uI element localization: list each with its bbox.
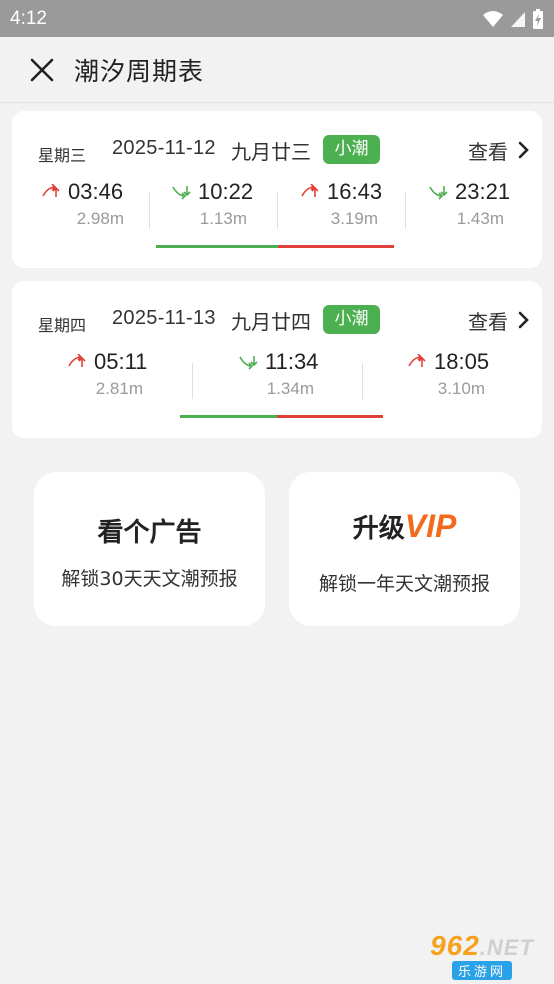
tide-time: 23:21 [455,179,511,204]
tide-entry: 10:22 1.13m [172,179,253,229]
weekday: 星期四 [38,316,87,335]
watermark-site: 乐游网 [451,960,512,980]
watermark-number: 962 [430,929,480,961]
low-tide-bar [180,415,277,418]
low-tide-icon [429,186,448,200]
status-bar: 4:12 [0,0,554,37]
low-tide-icon [239,356,258,370]
tide-entry: 23:21 1.43m [429,179,510,229]
lunar-date: 九月廿三 [231,140,311,164]
tide-time: 03:46 [68,179,124,204]
watch-ad-button[interactable]: 看个广告 解锁30天天文潮预报 [34,472,265,626]
tide-time: 11:34 [265,349,319,374]
divider [192,363,193,399]
view-button[interactable]: 查看 [468,135,530,165]
tide-height: 1.34m [266,379,314,398]
tide-time: 16:43 [327,179,383,204]
tide-entry: 18:05 3.10m [408,349,489,399]
tide-height: 1.13m [199,209,247,228]
page-title: 潮汐周期表 [74,56,205,86]
promo-subtitle: 解锁一年天文潮预报 [318,573,490,595]
watermark-logo: 962.NET 乐游网 [414,929,550,980]
promo-subtitle: 解锁30天天文潮预报 [61,568,238,590]
high-tide-bar [278,245,394,248]
wifi-icon [483,10,503,27]
tide-time: 10:22 [198,179,254,204]
watermark-net: .NET [479,934,534,960]
tide-type-badge: 小潮 [323,305,380,334]
divider [405,193,406,229]
tide-entry: 11:34 1.34m [239,349,318,399]
close-icon [30,58,54,81]
high-tide-icon [301,184,319,197]
high-tide-icon [408,354,426,367]
low-tide-icon [172,186,191,200]
lunar-date: 九月廿四 [231,310,311,334]
status-icons [482,8,544,30]
chevron-right-icon [518,141,529,159]
high-tide-icon [42,184,60,197]
upgrade-label: 升级 [352,514,405,544]
view-button[interactable]: 查看 [468,305,530,335]
signal-icon [511,11,525,27]
tide-entry: 03:46 2.98m [42,179,124,229]
divider [149,193,150,229]
high-tide-bar [277,415,383,418]
tide-entry: 16:43 3.19m [301,179,382,229]
day-card: 星期四 2025-11-13 九月廿四 小潮 查看 05:11 2.81m 11… [12,281,542,438]
tide-time: 05:11 [94,349,148,374]
tide-height: 3.19m [330,209,378,228]
upgrade-vip-button[interactable]: 升级VIP 解锁一年天文潮预报 [289,472,520,626]
tide-height: 2.81m [95,379,143,398]
view-label: 查看 [468,309,508,334]
view-label: 查看 [468,139,508,164]
tide-height: 1.43m [456,209,504,228]
top-bar: 潮汐周期表 [0,37,554,103]
divider [362,363,363,399]
tide-time: 18:05 [434,349,490,374]
tide-height: 3.10m [437,379,485,398]
low-tide-bar [156,245,278,248]
weekday: 星期三 [38,146,87,165]
chevron-right-icon [518,311,529,329]
date: 2025-11-12 [112,137,216,159]
tide-height: 2.98m [76,209,124,228]
close-button[interactable] [12,40,72,100]
status-time: 4:12 [10,7,47,29]
day-card: 星期三 2025-11-12 九月廿三 小潮 查看 03:46 2.98m 10… [12,111,542,268]
vip-label: VIP [404,508,457,544]
tide-type-badge: 小潮 [323,135,380,164]
promo-title: 升级VIP [289,508,520,545]
battery-icon [533,8,543,29]
promo-title: 看个广告 [97,518,202,548]
high-tide-icon [68,354,86,367]
divider [277,193,278,229]
date: 2025-11-13 [112,307,216,329]
tide-entry: 05:11 2.81m [68,349,147,399]
